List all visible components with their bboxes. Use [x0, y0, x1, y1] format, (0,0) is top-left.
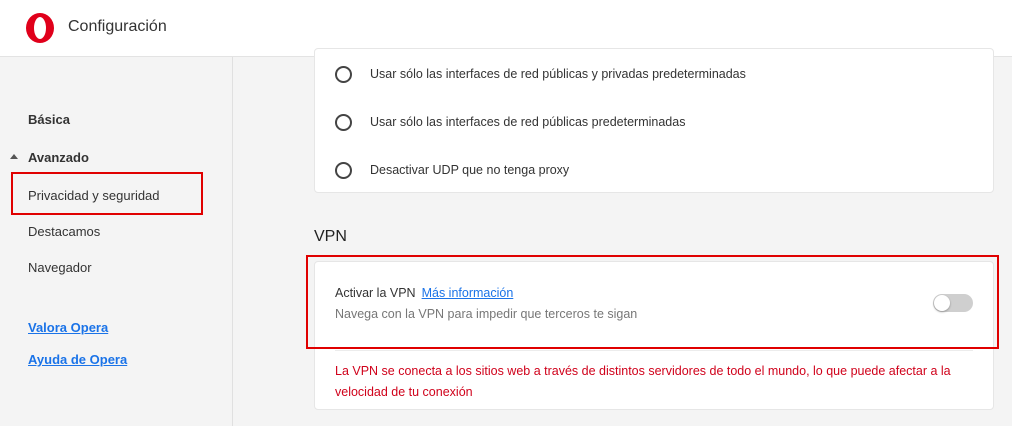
opera-logo-icon[interactable]: [24, 12, 56, 44]
webrtc-options-card: Usar sólo las interfaces de red públicas…: [314, 48, 994, 193]
sidebar: Básica Avanzado Privacidad y seguridad D…: [0, 57, 233, 426]
page-title: Configuración: [68, 18, 167, 35]
highlight-vpn: [306, 255, 999, 349]
radio-option-public[interactable]: Usar sólo las interfaces de red públicas…: [335, 112, 685, 132]
radio-option-public-private[interactable]: Usar sólo las interfaces de red públicas…: [335, 64, 746, 84]
sidebar-item-navegador[interactable]: Navegador: [28, 260, 92, 275]
vpn-warning-text: La VPN se conecta a los sitios web a tra…: [335, 364, 951, 399]
radio-button[interactable]: [335, 65, 352, 83]
radio-option-disable-udp[interactable]: Desactivar UDP que no tenga proxy: [335, 160, 569, 180]
divider: [335, 350, 973, 351]
opera-help-link[interactable]: Ayuda de Opera: [28, 352, 127, 367]
caret-up-icon[interactable]: [10, 154, 18, 159]
sidebar-item-privacidad[interactable]: Privacidad y seguridad: [28, 188, 160, 203]
sidebar-item-destacamos[interactable]: Destacamos: [28, 224, 100, 239]
radio-label: Usar sólo las interfaces de red públicas…: [370, 115, 686, 129]
sidebar-item-basica[interactable]: Básica: [28, 112, 70, 127]
sidebar-item-avanzado[interactable]: Avanzado: [28, 150, 89, 165]
radio-button[interactable]: [335, 113, 352, 131]
vpn-section-title: VPN: [314, 228, 347, 245]
radio-button[interactable]: [335, 161, 352, 179]
radio-label: Usar sólo las interfaces de red públicas…: [370, 67, 746, 81]
rate-opera-link[interactable]: Valora Opera: [28, 320, 108, 335]
radio-label: Desactivar UDP que no tenga proxy: [370, 163, 570, 177]
